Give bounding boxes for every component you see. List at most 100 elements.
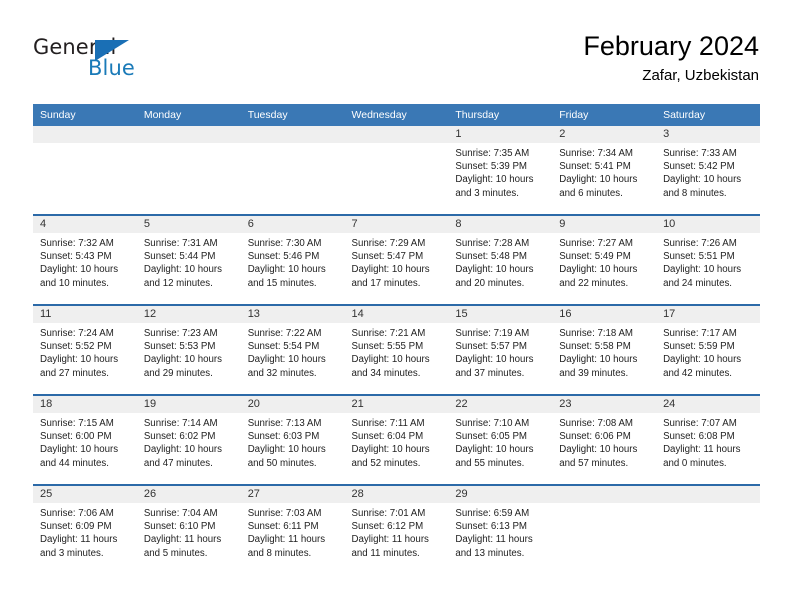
day-details: Sunrise: 7:15 AM Sunset: 6:00 PM Daylight:… xyxy=(33,413,137,470)
calendar-day-cell[interactable]: 29 Sunrise: 6:59 AM Sunset: 6:13 PM Dayligh… xyxy=(448,484,553,574)
location-subtitle: Zafar, Uzbekistan xyxy=(642,67,759,84)
sunset-text: Sunset: 5:44 PM xyxy=(143,251,216,263)
weekday-header-sunday: Sunday xyxy=(33,104,137,126)
calendar-day-cell[interactable]: 4 Sunrise: 7:32 AM Sunset: 5:43 PM Daylight… xyxy=(33,214,137,305)
day-cell-inner: 29 Sunrise: 6:59 AM Sunset: 6:13 PM Dayligh… xyxy=(448,486,553,574)
calendar-day-cell[interactable]: 25 Sunrise: 7:06 AM Sunset: 6:09 PM Dayligh… xyxy=(33,484,137,574)
sunrise-text: Sunrise: 7:32 AM xyxy=(40,238,114,249)
daylight-text-line1: Daylight: 10 hours xyxy=(663,174,742,186)
daylight-text-line2: and 34 minutes. xyxy=(351,367,421,379)
day-details: Sunrise: 7:08 AM Sunset: 6:06 PM Daylight:… xyxy=(552,413,656,470)
daylight-text-line1: Daylight: 10 hours xyxy=(663,264,742,276)
daylight-text-line2: and 22 minutes. xyxy=(559,277,629,289)
calendar-day-cell[interactable]: 19 Sunrise: 7:14 AM Sunset: 6:02 PM Dayligh… xyxy=(136,394,241,485)
daylight-text-line2: and 8 minutes. xyxy=(247,547,312,559)
calendar-day-cell-empty xyxy=(33,126,137,215)
weekday-header-tuesday: Tuesday xyxy=(240,104,345,126)
day-number: 4 xyxy=(33,216,137,233)
day-number: 12 xyxy=(136,306,241,323)
calendar-day-cell[interactable]: 24 Sunrise: 7:07 AM Sunset: 6:08 PM Dayligh… xyxy=(656,394,760,485)
general-blue-logo[interactable]: General Blue xyxy=(33,36,153,84)
calendar-day-cell[interactable]: 17 Sunrise: 7:17 AM Sunset: 5:59 PM Dayligh… xyxy=(656,304,760,395)
day-number: 8 xyxy=(448,216,553,233)
calendar-table: Sunday Monday Tuesday Wednesday Thursday Frid… xyxy=(33,104,760,574)
sunset-text: Sunset: 5:54 PM xyxy=(247,341,320,353)
calendar-day-cell[interactable]: 20 Sunrise: 7:13 AM Sunset: 6:03 PM Dayligh… xyxy=(240,394,345,485)
calendar-day-cell[interactable]: 26 Sunrise: 7:04 AM Sunset: 6:10 PM Dayligh… xyxy=(136,484,241,574)
sunset-text: Sunset: 5:51 PM xyxy=(663,251,735,263)
day-details: Sunrise: 7:14 AM Sunset: 6:02 PM Daylight:… xyxy=(137,413,241,470)
sunset-text: Sunset: 6:10 PM xyxy=(143,521,216,533)
calendar-day-cell[interactable]: 14 Sunrise: 7:21 AM Sunset: 5:55 PM Dayligh… xyxy=(344,304,449,395)
day-details: Sunrise: 6:59 AM Sunset: 6:13 PM Daylight:… xyxy=(448,503,552,560)
sunrise-text: Sunrise: 7:31 AM xyxy=(143,238,218,249)
calendar-day-cell[interactable]: 11 Sunrise: 7:24 AM Sunset: 5:52 PM Dayligh… xyxy=(33,304,137,395)
day-cell-inner xyxy=(552,486,657,574)
daylight-text-line2: and 8 minutes. xyxy=(663,187,727,199)
calendar-day-cell[interactable]: 13 Sunrise: 7:22 AM Sunset: 5:54 PM Dayligh… xyxy=(240,304,345,395)
daylight-text-line2: and 55 minutes. xyxy=(455,457,525,469)
sunset-text: Sunset: 5:48 PM xyxy=(455,251,527,263)
calendar-day-cell[interactable]: 5 Sunrise: 7:31 AM Sunset: 5:44 PM Daylight… xyxy=(136,214,241,305)
calendar-day-cell[interactable]: 2 Sunrise: 7:34 AM Sunset: 5:41 PM Daylight… xyxy=(552,126,657,215)
day-cell-inner: 21 Sunrise: 7:11 AM Sunset: 6:04 PM Dayligh… xyxy=(344,396,449,484)
calendar-day-cell[interactable]: 1 Sunrise: 7:35 AM Sunset: 5:39 PM Daylight… xyxy=(448,126,553,215)
daylight-text-line1: Daylight: 10 hours xyxy=(559,354,638,366)
calendar-day-cell[interactable]: 6 Sunrise: 7:30 AM Sunset: 5:46 PM Daylight… xyxy=(240,214,345,305)
day-number: 1 xyxy=(448,126,553,143)
calendar-day-cell-empty xyxy=(656,484,760,574)
calendar-day-cell[interactable]: 3 Sunrise: 7:33 AM Sunset: 5:42 PM Daylight… xyxy=(656,126,760,215)
weekday-header-saturday: Saturday xyxy=(656,104,760,126)
day-cell-inner: 3 Sunrise: 7:33 AM Sunset: 5:42 PM Daylight… xyxy=(656,126,760,214)
day-cell-inner: 2 Sunrise: 7:34 AM Sunset: 5:41 PM Daylight… xyxy=(552,126,657,214)
sunrise-text: Sunrise: 7:33 AM xyxy=(663,148,737,159)
sunset-text: Sunset: 6:11 PM xyxy=(247,521,319,533)
sunrise-text: Sunrise: 7:34 AM xyxy=(559,148,633,159)
daylight-text-line1: Daylight: 11 hours xyxy=(247,534,326,546)
sunset-text: Sunset: 6:08 PM xyxy=(663,431,735,443)
day-details: Sunrise: 7:24 AM Sunset: 5:52 PM Daylight:… xyxy=(33,323,137,380)
calendar-day-cell[interactable]: 22 Sunrise: 7:10 AM Sunset: 6:05 PM Dayligh… xyxy=(448,394,553,485)
calendar-day-cell[interactable]: 9 Sunrise: 7:27 AM Sunset: 5:49 PM Daylight… xyxy=(552,214,657,305)
daylight-text-line1: Daylight: 10 hours xyxy=(247,354,326,366)
calendar-week-row: 1 Sunrise: 7:35 AM Sunset: 5:39 PM Daylight… xyxy=(33,126,760,215)
calendar-day-cell[interactable]: 18 Sunrise: 7:15 AM Sunset: 6:00 PM Dayligh… xyxy=(33,394,137,485)
day-cell-inner: 11 Sunrise: 7:24 AM Sunset: 5:52 PM Dayligh… xyxy=(33,306,137,394)
daylight-text-line2: and 57 minutes. xyxy=(559,457,629,469)
calendar-day-cell[interactable]: 8 Sunrise: 7:28 AM Sunset: 5:48 PM Daylight… xyxy=(448,214,553,305)
sunrise-text: Sunrise: 7:13 AM xyxy=(247,418,322,429)
sunset-text: Sunset: 6:03 PM xyxy=(247,431,320,443)
daylight-text-line2: and 32 minutes. xyxy=(247,367,317,379)
logo-word-blue: Blue xyxy=(88,56,135,80)
day-details: Sunrise: 7:10 AM Sunset: 6:05 PM Daylight:… xyxy=(448,413,552,470)
sunset-text: Sunset: 5:52 PM xyxy=(40,341,112,353)
day-details: Sunrise: 7:06 AM Sunset: 6:09 PM Daylight:… xyxy=(33,503,137,560)
daylight-text-line1: Daylight: 10 hours xyxy=(247,444,326,456)
sunrise-text: Sunrise: 7:29 AM xyxy=(351,238,426,249)
day-details: Sunrise: 7:11 AM Sunset: 6:04 PM Daylight:… xyxy=(345,413,449,470)
calendar-day-cell[interactable]: 23 Sunrise: 7:08 AM Sunset: 6:06 PM Dayligh… xyxy=(552,394,657,485)
calendar-day-cell-empty xyxy=(552,484,657,574)
calendar-day-cell[interactable]: 15 Sunrise: 7:19 AM Sunset: 5:57 PM Dayligh… xyxy=(448,304,553,395)
daylight-text-line2: and 52 minutes. xyxy=(351,457,421,469)
daylight-text-line2: and 0 minutes. xyxy=(663,457,727,469)
daylight-text-line1: Daylight: 10 hours xyxy=(663,354,742,366)
calendar-day-cell[interactable]: 28 Sunrise: 7:01 AM Sunset: 6:12 PM Dayligh… xyxy=(344,484,449,574)
daylight-text-line1: Daylight: 10 hours xyxy=(559,174,638,186)
calendar-day-cell[interactable]: 12 Sunrise: 7:23 AM Sunset: 5:53 PM Dayligh… xyxy=(136,304,241,395)
calendar-day-cell[interactable]: 7 Sunrise: 7:29 AM Sunset: 5:47 PM Daylight… xyxy=(344,214,449,305)
daylight-text-line2: and 50 minutes. xyxy=(247,457,317,469)
day-number: 25 xyxy=(33,486,137,503)
calendar-day-cell[interactable]: 16 Sunrise: 7:18 AM Sunset: 5:58 PM Dayligh… xyxy=(552,304,657,395)
day-details: Sunrise: 7:29 AM Sunset: 5:47 PM Daylight:… xyxy=(345,233,449,290)
calendar-day-cell-empty xyxy=(344,126,449,215)
calendar-day-cell[interactable]: 27 Sunrise: 7:03 AM Sunset: 6:11 PM Dayligh… xyxy=(240,484,345,574)
day-number: 22 xyxy=(448,396,553,413)
calendar-day-cell[interactable]: 10 Sunrise: 7:26 AM Sunset: 5:51 PM Dayligh… xyxy=(656,214,760,305)
calendar-day-cell[interactable]: 21 Sunrise: 7:11 AM Sunset: 6:04 PM Dayligh… xyxy=(344,394,449,485)
calendar-week-row: 11 Sunrise: 7:24 AM Sunset: 5:52 PM Dayligh… xyxy=(33,304,760,395)
day-details: Sunrise: 7:33 AM Sunset: 5:42 PM Daylight:… xyxy=(656,143,760,200)
daylight-text-line2: and 29 minutes. xyxy=(143,367,213,379)
day-number: 7 xyxy=(344,216,449,233)
day-number: 27 xyxy=(240,486,345,503)
